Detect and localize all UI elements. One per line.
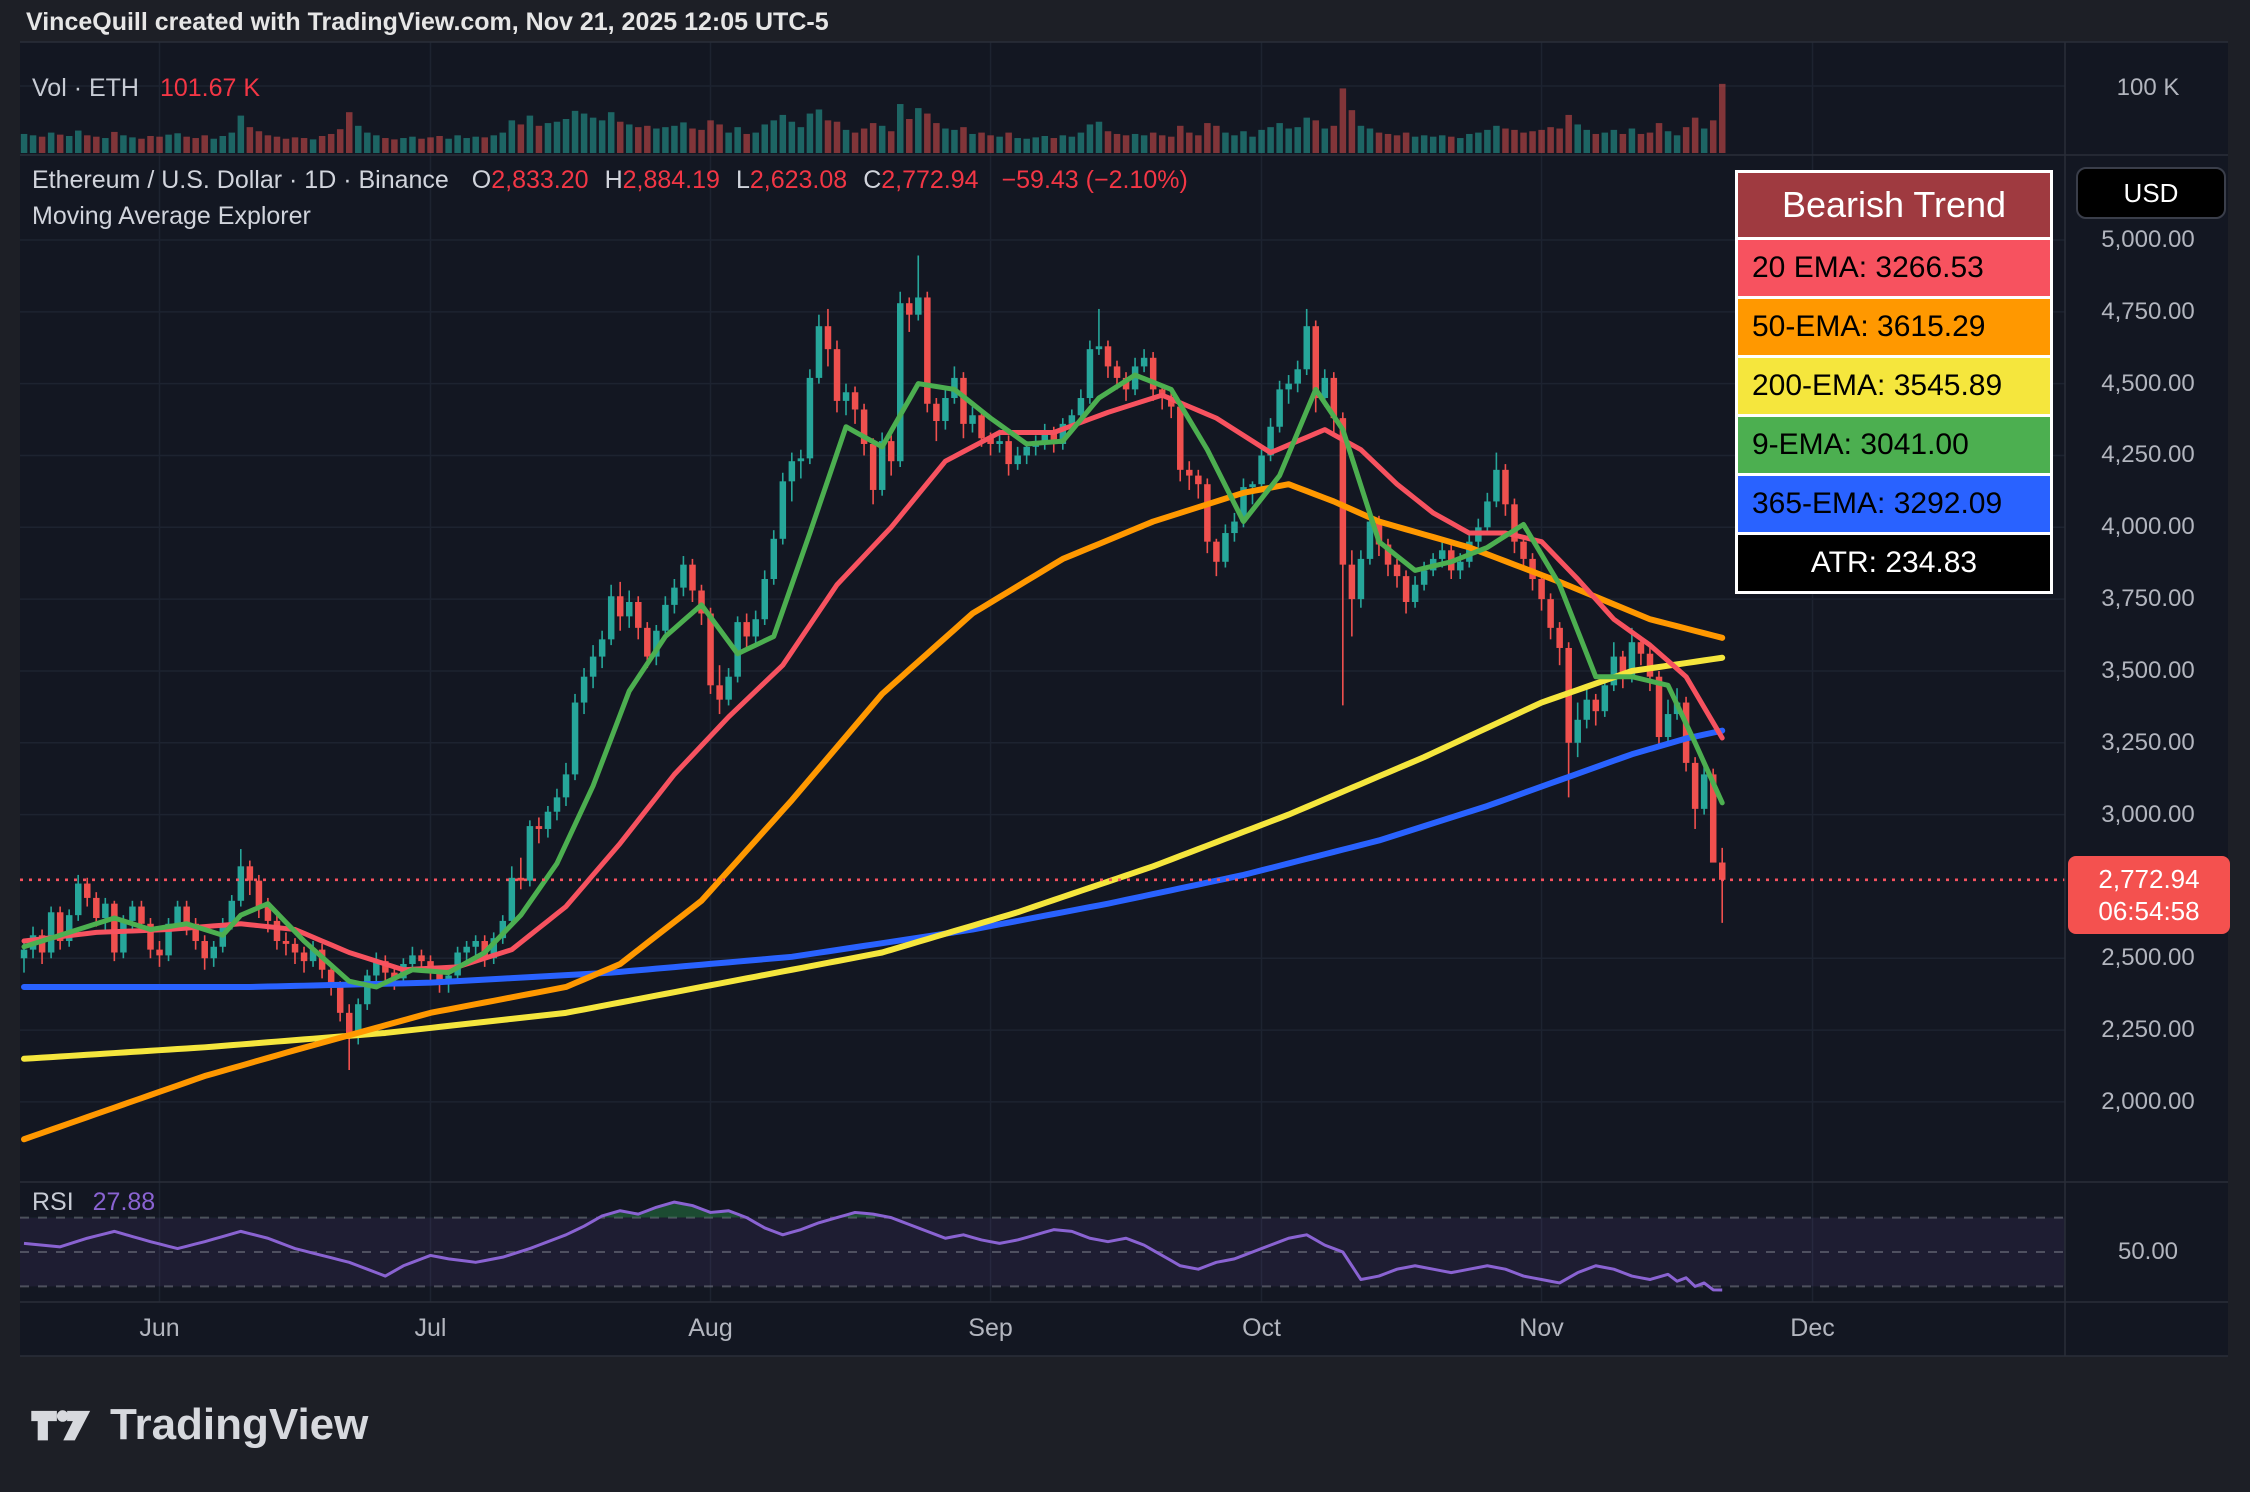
tradingview-logo-icon — [30, 1396, 94, 1454]
price-axis-label: 3,750.00 — [2073, 585, 2223, 613]
volume-label-text: Vol · ETH — [32, 74, 139, 102]
price-axis-label: 2,000.00 — [2073, 1088, 2223, 1116]
price-axis-label: 2,250.00 — [2073, 1016, 2223, 1044]
price-axis-label: 3,000.00 — [2073, 801, 2223, 829]
tradingview-chart-window: VinceQuill created with TradingView.com,… — [0, 0, 2250, 1492]
price-axis-label: 4,000.00 — [2073, 513, 2223, 541]
symbol-ohlc-row[interactable]: Ethereum / U.S. Dollar · 1D · Binance O2… — [32, 166, 1188, 195]
rsi-value: 27.88 — [93, 1188, 156, 1216]
volume-axis-label: 100 K — [2073, 74, 2223, 102]
last-price-badge: 2,772.94 06:54:58 — [2068, 856, 2230, 934]
legend-row: ATR: 234.83 — [1738, 535, 2050, 591]
legend-row: 200-EMA: 3545.89 — [1738, 358, 2050, 414]
ohlc-key: O — [472, 166, 491, 194]
volume-value: 101.67 K — [160, 74, 260, 102]
month-label: Jun — [139, 1314, 179, 1343]
price-axis-label: 2,500.00 — [2073, 944, 2223, 972]
ohlc-values: O2,833.20 H2,884.19 L2,623.08 C2,772.94 — [456, 166, 979, 194]
indicator-name-label[interactable]: Moving Average Explorer — [32, 202, 311, 231]
symbol-title: Ethereum / U.S. Dollar · 1D · Binance — [32, 166, 449, 194]
ohlc-value: 2,884.19 — [623, 166, 720, 194]
ohlc-value: 2,833.20 — [491, 166, 588, 194]
price-axis-label: 4,750.00 — [2073, 298, 2223, 326]
tradingview-wordmark: TradingView — [110, 1400, 368, 1450]
legend-row: 365-EMA: 3292.09 — [1738, 476, 2050, 532]
month-label: Nov — [1519, 1314, 1563, 1343]
rsi-indicator-label[interactable]: RSI 27.88 — [32, 1188, 155, 1217]
ohlc-key: H — [605, 166, 623, 194]
legend-row: 9-EMA: 3041.00 — [1738, 417, 2050, 473]
legend-title: Bearish Trend — [1738, 173, 2050, 237]
tradingview-logo[interactable]: TradingView — [30, 1396, 368, 1454]
month-label: Jul — [415, 1314, 447, 1343]
currency-toggle-button[interactable]: USD — [2076, 167, 2226, 219]
price-axis-label: 4,250.00 — [2073, 441, 2223, 469]
ohlc-value: 2,623.08 — [750, 166, 847, 194]
month-label: Oct — [1242, 1314, 1281, 1343]
ohlc-key: C — [863, 166, 881, 194]
bar-countdown: 06:54:58 — [2098, 895, 2199, 927]
price-axis-label: 4,500.00 — [2073, 370, 2223, 398]
rsi-label-text: RSI — [32, 1188, 74, 1216]
legend-row: 20 EMA: 3266.53 — [1738, 240, 2050, 296]
last-price-value: 2,772.94 — [2098, 863, 2199, 895]
ohlc-key: L — [736, 166, 750, 194]
rsi-axis-label: 50.00 — [2073, 1238, 2223, 1266]
legend-row: 50-EMA: 3615.29 — [1738, 299, 2050, 355]
price-axis-label: 3,250.00 — [2073, 729, 2223, 757]
month-label: Dec — [1790, 1314, 1834, 1343]
change-value: −59.43 (−2.10%) — [1002, 166, 1188, 194]
month-label: Sep — [968, 1314, 1012, 1343]
price-axis-label: 5,000.00 — [2073, 226, 2223, 254]
volume-indicator-label[interactable]: Vol · ETH 101.67 K — [32, 74, 260, 103]
price-axis-label: 3,500.00 — [2073, 657, 2223, 685]
month-label: Aug — [688, 1314, 732, 1343]
trend-legend-box: Bearish Trend20 EMA: 3266.5350-EMA: 3615… — [1735, 170, 2053, 594]
ohlc-value: 2,772.94 — [881, 166, 978, 194]
